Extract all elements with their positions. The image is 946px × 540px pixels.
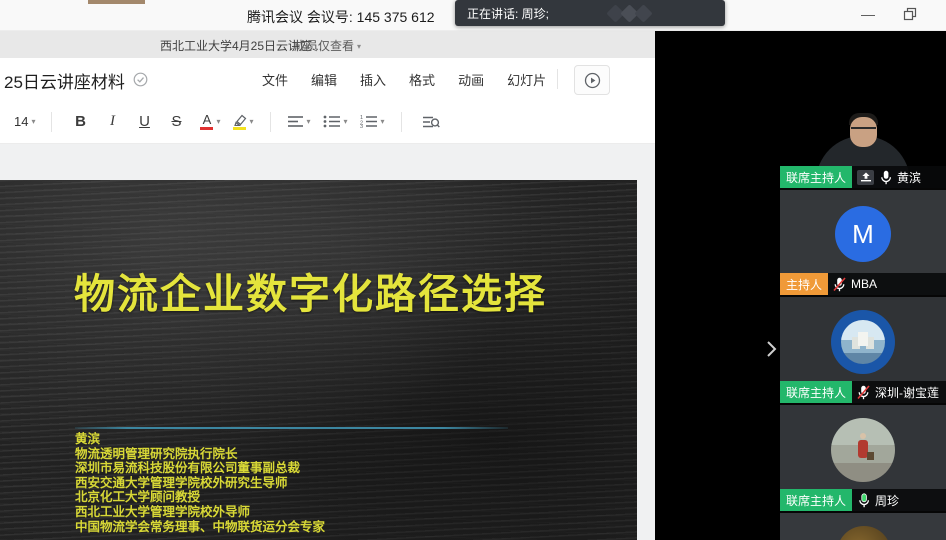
view-mode-dropdown[interactable]: 成员仅查看▾: [294, 37, 361, 54]
bullet-list-button[interactable]: ▾: [323, 115, 348, 128]
participant-name: 深圳-谢宝莲: [875, 384, 939, 401]
present-button[interactable]: [574, 65, 610, 95]
menu-edit[interactable]: 编辑: [311, 70, 337, 89]
mic-muted-icon: [833, 277, 846, 292]
speaking-toast: 正在讲话: 周珍;: [455, 0, 725, 26]
svg-text:3: 3: [360, 124, 363, 128]
participant-namebar: 联席主持人 黄滨: [780, 166, 946, 188]
participant-name: MBA: [851, 277, 877, 291]
role-badge: 联席主持人: [780, 166, 852, 188]
divider: [401, 112, 402, 132]
shared-doc-window: 西北工业大学4月25日云讲座... 成员仅查看▾ 25日云讲座材料 文件 编辑 …: [0, 30, 655, 540]
window-titlebar: 腾讯会议 会议号: 145 375 612 — 正在讲话: 周珍;: [0, 0, 946, 31]
find-icon: [422, 115, 440, 129]
doc-tab-bar: 西北工业大学4月25日云讲座... 成员仅查看▾: [0, 30, 655, 59]
highlighter-icon: [233, 114, 247, 126]
menu-format[interactable]: 格式: [409, 70, 435, 89]
participant-name: 黄滨: [897, 169, 921, 186]
slide-blackboard[interactable]: 物流企业数字化路径选择 黄滨 物流透明管理研究院执行院长 深圳市易流科技股份有限…: [0, 180, 637, 540]
format-toolbar: 14▾ B I U S A ▾ ▾ ▾: [0, 100, 655, 144]
chevron-down-icon: ▾: [307, 117, 311, 126]
doc-header: 25日云讲座材料 文件 编辑 插入 格式 动画 幻灯片: [0, 58, 655, 100]
menu-slideshow[interactable]: 幻灯片: [507, 70, 546, 89]
doc-title: 25日云讲座材料: [4, 68, 125, 93]
mic-muted-icon: [857, 385, 870, 400]
find-replace-button[interactable]: [422, 115, 440, 129]
participants-sidebar: 联席主持人 黄滨 M 主持人: [780, 30, 946, 540]
bullet-list-icon: [323, 115, 341, 128]
chevron-down-icon: ▾: [357, 42, 361, 51]
participant-tile-video[interactable]: 联席主持人 黄滨: [780, 85, 946, 190]
chevron-right-icon: [766, 340, 777, 358]
credit-line: 深圳市易流科技股份有限公司董事副总裁: [75, 461, 325, 476]
chevron-down-icon: ▾: [381, 117, 385, 126]
menu-bar: 文件 编辑 插入 格式 动画 幻灯片: [262, 58, 546, 100]
numbered-list-icon: 123: [360, 115, 378, 128]
menu-file[interactable]: 文件: [262, 70, 288, 89]
participant-tile[interactable]: 联席主持人 深圳-谢宝莲: [780, 297, 946, 405]
credit-line: 北京化工大学顾问教授: [75, 490, 325, 505]
menu-animation[interactable]: 动画: [458, 70, 484, 89]
participant-namebar: 主持人 MBA: [780, 273, 946, 295]
maximize-icon: [903, 7, 917, 21]
credit-line: 黄滨: [75, 432, 325, 447]
align-button[interactable]: ▾: [287, 115, 311, 128]
participant-video-detail: [851, 127, 876, 133]
chevron-down-icon: ▾: [216, 117, 220, 126]
doc-canvas[interactable]: 物流企业数字化路径选择 黄滨 物流透明管理研究院执行院长 深圳市易流科技股份有限…: [0, 144, 655, 540]
chevron-down-icon: ▾: [31, 117, 35, 126]
photo-avatar: [837, 526, 891, 540]
divider: [270, 112, 271, 132]
participant-namebar: 联席主持人 深圳-谢宝莲: [780, 381, 946, 403]
saved-check-icon: [133, 72, 148, 92]
mic-speaking-icon: [857, 493, 870, 508]
photo-avatar: [831, 418, 895, 482]
maximize-button[interactable]: [894, 0, 926, 28]
credit-line: 中国物流学会常务理事、中物联货运分会专家: [75, 520, 325, 535]
divider: [557, 69, 558, 89]
participant-tile[interactable]: 联席主持人 周珍: [780, 405, 946, 513]
align-left-icon: [287, 115, 304, 128]
minimize-button[interactable]: —: [852, 0, 884, 28]
role-badge: 联席主持人: [780, 489, 852, 511]
font-color-button[interactable]: A ▾: [200, 113, 220, 130]
font-size-select[interactable]: 14▾: [14, 114, 35, 129]
divider: [51, 112, 52, 132]
participant-namebar: 联席主持人 周珍: [780, 489, 946, 511]
numbered-list-button[interactable]: 123 ▾: [360, 115, 385, 128]
speaking-toast-text: 正在讲话: 周珍;: [455, 5, 549, 22]
participant-name: 周珍: [875, 492, 899, 509]
play-icon: [584, 72, 601, 89]
role-badge: 主持人: [780, 273, 828, 295]
avatar-letter: M: [835, 206, 891, 262]
tencent-meeting-logo-icon: [595, 4, 685, 24]
credit-line: 西安交通大学管理学院校外研究生导师: [75, 476, 325, 491]
chevron-down-icon: ▾: [250, 117, 254, 126]
participant-tile-partial[interactable]: [780, 513, 946, 540]
background-window-edge: [88, 0, 145, 4]
speaker-credits: 黄滨 物流透明管理研究院执行院长 深圳市易流科技股份有限公司董事副总裁 西安交通…: [75, 432, 325, 534]
screen-share-icon: [857, 170, 874, 185]
credit-line: 西北工业大学管理学院校外导师: [75, 505, 325, 520]
credit-line: 物流透明管理研究院执行院长: [75, 447, 325, 462]
mic-on-icon: [879, 170, 892, 185]
underline-button[interactable]: U: [136, 113, 152, 130]
university-logo-avatar: [831, 310, 895, 374]
participant-tile[interactable]: M 主持人 MBA: [780, 190, 946, 297]
role-badge: 联席主持人: [780, 381, 852, 403]
bold-button[interactable]: B: [72, 113, 88, 130]
chevron-down-icon: ▾: [344, 117, 348, 126]
menu-insert[interactable]: 插入: [360, 70, 386, 89]
slide-divider-line: [75, 427, 508, 429]
strikethrough-button[interactable]: S: [168, 113, 184, 130]
highlight-color-button[interactable]: ▾: [233, 114, 254, 130]
meeting-id-title: 腾讯会议 会议号: 145 375 612: [247, 7, 435, 27]
italic-button[interactable]: I: [104, 113, 120, 130]
slide-title: 物流企业数字化路径选择: [74, 260, 547, 320]
